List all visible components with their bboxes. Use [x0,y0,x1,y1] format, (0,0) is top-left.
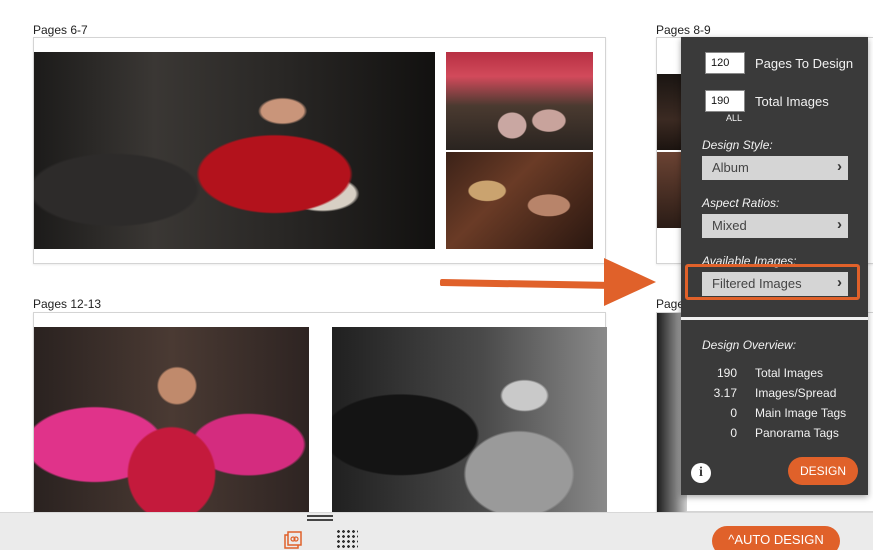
photo-bride-pink[interactable] [34,327,309,523]
spread-label-6-7: Pages 6-7 [33,23,88,37]
spread-label-12-13: Pages 12-13 [33,297,102,311]
photo-bride-bw[interactable] [332,327,607,523]
annotation-highlight-box [685,264,860,300]
auto-design-label: AUTO DESIGN [734,532,824,547]
stat-panorama-tags-label: Panorama Tags [755,426,839,440]
drag-handle-icon[interactable] [307,515,333,521]
spread-label-right: Page [656,297,685,311]
spread-12-13[interactable] [33,312,607,523]
design-style-select[interactable]: Album › [702,156,848,180]
aspect-ratios-label: Aspect Ratios: [702,196,780,210]
stat-main-image-tags-label: Main Image Tags [755,406,847,420]
pages-to-design-input[interactable]: 120 [705,52,745,74]
photo-shoes[interactable] [446,52,593,150]
chevron-right-icon: › [837,216,842,233]
annotation-arrow-head [604,258,656,306]
pages-to-design-label: Pages To Design [755,56,854,71]
grid-icon[interactable] [336,529,358,550]
total-images-input[interactable]: 190 [705,90,745,112]
stat-total-images-value: 190 [716,366,737,380]
photo-bride-phone[interactable] [34,52,435,249]
spread-6-7[interactable] [33,37,606,264]
stat-images-per-spread-label: Images/Spread [755,386,837,400]
info-icon[interactable]: i [691,463,711,483]
stat-total-images-label: Total Images [755,366,824,380]
design-overview-title: Design Overview: [702,338,797,352]
annotation-arrow-shaft [439,279,617,290]
stat-images-per-spread-value: 3.17 [713,386,737,400]
aspect-ratios-select[interactable]: Mixed › [702,214,848,238]
pages-icon[interactable] [284,531,302,549]
design-style-label: Design Style: [702,138,773,152]
spread-label-8-9: Pages 8-9 [656,23,711,37]
photo-portrait[interactable] [446,152,593,249]
aspect-ratios-value: Mixed [712,218,747,233]
stat-panorama-tags-value: 0 [730,426,737,440]
all-link[interactable]: ALL [726,113,742,123]
auto-design-button[interactable]: ^AUTO DESIGN [712,526,840,550]
chevron-right-icon: › [837,158,842,175]
design-button[interactable]: DESIGN [788,457,858,485]
total-images-label: Total Images [755,94,829,109]
design-style-value: Album [712,160,749,175]
stat-main-image-tags-value: 0 [730,406,737,420]
panel-divider [681,317,868,320]
